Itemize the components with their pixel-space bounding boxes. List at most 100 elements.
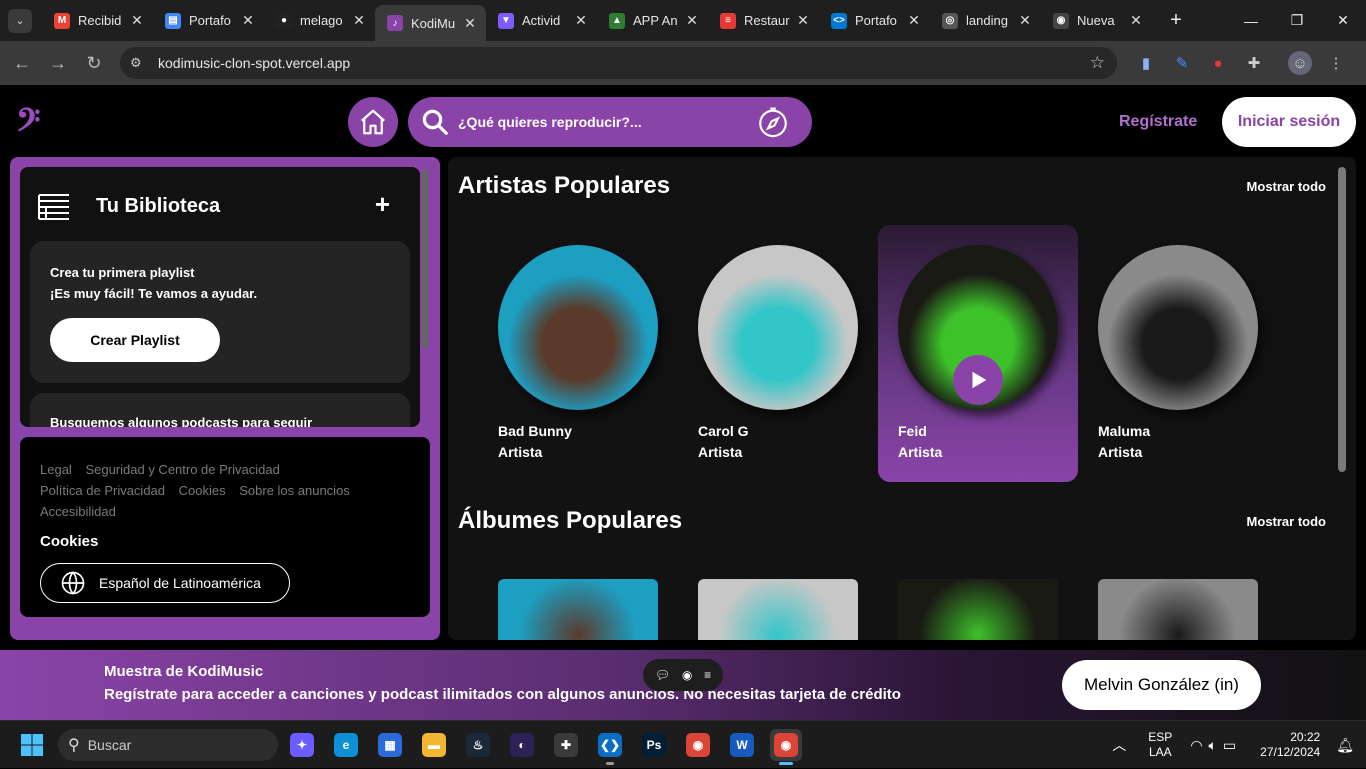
site-info-icon[interactable]: ⚙ <box>130 55 150 71</box>
minimize-button[interactable]: — <box>1228 0 1274 41</box>
language-button[interactable]: Español de Latinoamérica <box>40 563 290 603</box>
create-playlist-button[interactable]: Crear Playlist <box>50 318 220 362</box>
artist-card[interactable]: Feid Artista <box>878 225 1078 482</box>
album-cover[interactable] <box>1098 579 1258 640</box>
lang-variant: LAA <box>1148 745 1172 759</box>
steam-icon[interactable]: ♨ <box>462 729 494 761</box>
privacy-policy-link[interactable]: Política de Privacidad <box>40 483 165 498</box>
file-explorer-icon[interactable]: ▬ <box>418 729 450 761</box>
privacy-center-link[interactable]: Seguridad y Centro de Privacidad <box>85 462 279 477</box>
system-tray: ︿ ESP LAA ◠🔈︎▭ 20:22 27/12/2024 🔔︎ <box>1112 721 1366 769</box>
notification-bell-icon[interactable]: 🔔︎ <box>1336 737 1354 754</box>
tab-search-button[interactable]: ⌄ <box>8 8 32 33</box>
clock[interactable]: 20:22 27/12/2024 <box>1260 730 1320 760</box>
forward-button[interactable]: → <box>40 53 76 74</box>
artist-card[interactable]: Maluma Artista <box>1078 225 1278 482</box>
artist-card[interactable]: Bad Bunny Artista <box>478 225 678 482</box>
browser-tab[interactable]: ▼ Activid ✕ <box>486 5 597 37</box>
chrome-active-icon[interactable]: ◉ <box>770 729 802 765</box>
browser-tab[interactable]: ▲ APP An ✕ <box>597 5 708 37</box>
album-cover[interactable] <box>498 579 658 640</box>
slack-icon[interactable]: ✚ <box>550 729 582 761</box>
close-tab-icon[interactable]: ✕ <box>573 12 589 29</box>
chat-bubble-icon[interactable]: 💬︎ <box>655 668 670 682</box>
close-tab-icon[interactable]: ✕ <box>129 12 145 29</box>
word-icon[interactable]: W <box>726 729 758 761</box>
profile-banner-button[interactable]: Melvin González (in) <box>1062 660 1261 710</box>
photoshop-icon[interactable]: Ps <box>638 729 670 761</box>
browser-tab[interactable]: ▤ Portafo ✕ <box>153 5 264 37</box>
register-link[interactable]: Regístrate <box>1119 113 1197 131</box>
taskbar-search[interactable]: ⚲ Buscar <box>58 729 278 761</box>
add-library-button[interactable]: + <box>375 189 390 220</box>
input-language[interactable]: ESP LAA <box>1148 730 1172 760</box>
vscode-icon[interactable]: ❮❯ <box>594 729 626 765</box>
close-tab-icon[interactable]: ✕ <box>1128 12 1144 29</box>
extension-red-icon[interactable]: ● <box>1206 51 1230 75</box>
artist-card[interactable]: Carol G Artista <box>678 225 878 482</box>
albums-show-all-link[interactable]: Mostrar todo <box>1247 514 1326 529</box>
reload-button[interactable]: ↻ <box>76 53 112 74</box>
legal-link[interactable]: Legal <box>40 462 72 477</box>
edge-icon[interactable]: e <box>330 729 362 761</box>
compass-icon[interactable] <box>756 105 790 144</box>
close-tab-icon[interactable]: ✕ <box>351 12 367 29</box>
extensions-puzzle-icon[interactable]: ✚ <box>1242 51 1266 75</box>
close-tab-icon[interactable]: ✕ <box>1017 12 1033 29</box>
browser-tab[interactable]: ≡ Restaur ✕ <box>708 5 819 37</box>
main-scrollbar[interactable] <box>1338 167 1346 472</box>
accessibility-link[interactable]: Accesibilidad <box>40 504 116 519</box>
store-icon[interactable]: ▦ <box>374 729 406 761</box>
browser-tab[interactable]: M Recibid ✕ <box>42 5 153 37</box>
close-tab-icon[interactable]: ✕ <box>684 12 700 29</box>
close-tab-icon[interactable]: ✕ <box>240 12 256 29</box>
browser-tab[interactable]: ◉ Nueva ✕ <box>1041 5 1152 37</box>
search-bar[interactable]: ¿Qué quieres reproducir?... <box>408 97 812 147</box>
bookmark-star-icon[interactable]: ☆ <box>1090 53 1105 73</box>
login-button[interactable]: Iniciar sesión <box>1222 97 1356 147</box>
eye-icon[interactable]: ◉ <box>682 668 692 682</box>
windows-start-icon[interactable] <box>20 733 44 762</box>
extension-pen-icon[interactable]: ✎ <box>1170 51 1194 75</box>
kodimusic-logo[interactable]: 𝄢 <box>16 101 40 147</box>
extension-doc-icon[interactable]: ▮ <box>1134 51 1158 75</box>
close-tab-icon[interactable]: ✕ <box>906 12 922 29</box>
language-label: Español de Latinoamérica <box>99 575 261 591</box>
library-scrollbar[interactable] <box>422 169 428 349</box>
browser-tab[interactable]: <> Portafo ✕ <box>819 5 930 37</box>
about-ads-link[interactable]: Sobre los anuncios <box>239 483 350 498</box>
network-volume-battery-icons[interactable]: ◠🔈︎▭ <box>1190 737 1242 754</box>
menu-icon[interactable]: ≡ <box>704 668 711 682</box>
browser-tab[interactable]: ● melago ✕ <box>264 5 375 37</box>
browser-tab[interactable]: ♪ KodiMu ✕ <box>375 5 486 41</box>
search-input[interactable]: ¿Qué quieres reproducir?... <box>458 114 642 130</box>
artist-role: Artista <box>1098 444 1143 460</box>
browser-tab[interactable]: ◎ landing ✕ <box>930 5 1041 37</box>
back-button[interactable]: ← <box>4 53 40 74</box>
play-button[interactable] <box>953 355 1003 405</box>
tray-overflow-icon[interactable]: ︿ <box>1112 735 1126 755</box>
tab-title: APP An <box>633 13 678 28</box>
copilot-icon[interactable]: ✦ <box>286 729 318 761</box>
globe-icon <box>59 569 87 597</box>
cookies-link[interactable]: Cookies <box>179 483 226 498</box>
cookies-label[interactable]: Cookies <box>40 533 98 550</box>
profile-avatar[interactable]: ☺ <box>1288 51 1312 75</box>
address-bar[interactable]: ⚙ kodimusic-clon-spot.vercel.app ☆ <box>120 47 1117 79</box>
app-glyph: ▬ <box>422 733 446 757</box>
eclipse-icon[interactable]: ◐ <box>506 729 538 761</box>
album-cover[interactable] <box>698 579 858 640</box>
close-tab-icon[interactable]: ✕ <box>795 12 811 29</box>
tab-title: Recibid <box>78 13 122 28</box>
browser-menu-icon[interactable]: ⋮ <box>1324 51 1348 75</box>
chrome-taskbar-icon[interactable]: ◉ <box>682 729 714 761</box>
close-window-button[interactable]: ✕ <box>1320 0 1366 41</box>
new-tab-button[interactable]: + <box>1162 9 1190 32</box>
home-button[interactable] <box>348 97 398 147</box>
vite-icon: ▼ <box>498 12 514 29</box>
album-cover[interactable] <box>898 579 1058 640</box>
close-tab-icon[interactable]: ✕ <box>462 15 478 32</box>
restore-button[interactable]: ❐ <box>1274 0 1320 41</box>
artists-show-all-link[interactable]: Mostrar todo <box>1247 179 1326 194</box>
tab-title: landing <box>966 13 1008 28</box>
